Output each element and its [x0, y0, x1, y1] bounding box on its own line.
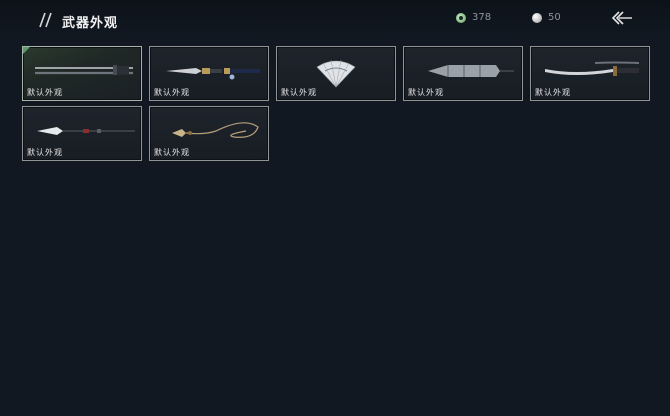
pearl-amount: 50 [548, 12, 561, 23]
title-slashes-icon [39, 12, 52, 28]
weapon-card-umbrella[interactable]: 默认外观 [403, 46, 523, 101]
weapon-label: 默认外观 [27, 148, 63, 157]
umbrella-icon [428, 65, 514, 77]
page-title: 武器外观 [62, 16, 119, 31]
weapon-card-fan[interactable]: 默认外观 [276, 46, 396, 101]
weapon-label: 默认外观 [281, 88, 317, 97]
weapon-label: 默认外观 [154, 148, 190, 157]
weapon-card-spear[interactable]: 默认外观 [22, 106, 142, 161]
fan-icon [316, 59, 356, 88]
jade-coin-icon [456, 12, 466, 23]
weapon-label: 默认外观 [154, 88, 190, 97]
weapon-label: 默认外观 [535, 88, 571, 97]
weapon-label: 默认外观 [408, 88, 444, 97]
back-arrow-icon[interactable] [610, 9, 634, 27]
pearl-icon [532, 12, 542, 23]
jade-currency: 378 [456, 12, 491, 23]
saber-icon [545, 61, 640, 76]
spear-icon [37, 127, 135, 135]
weapon-card-rope-dart[interactable]: 默认外观 [149, 106, 269, 161]
weapon-card-sword[interactable]: 默认外观 [22, 46, 142, 101]
pearl-currency: 50 [532, 12, 561, 23]
weapon-appearance-grid: 默认外观 默认外观 默认外观 默认外观 默认外观 默认外观 默认外观 [22, 46, 650, 161]
top-bar: 武器外观 378 50 [0, 0, 670, 38]
weapon-label: 默认外观 [27, 88, 63, 97]
jade-amount: 378 [472, 12, 492, 23]
weapon-card-dual-blades[interactable]: 默认外观 [149, 46, 269, 101]
sword-icon [35, 65, 133, 75]
rope-dart-icon [172, 122, 259, 138]
dual-blades-icon [166, 68, 260, 80]
weapon-card-saber[interactable]: 默认外观 [530, 46, 650, 101]
